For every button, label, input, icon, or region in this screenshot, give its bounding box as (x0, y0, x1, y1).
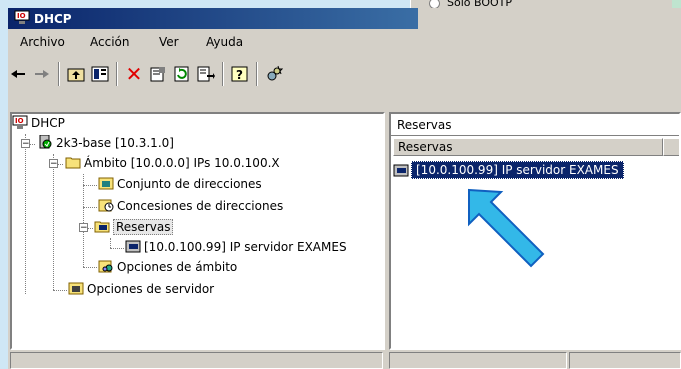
dhcp-icon: IO (14, 10, 30, 24)
dhcp-console-icon: IO (12, 115, 28, 129)
column-header-reservas[interactable]: Reservas (393, 138, 663, 156)
tree-line (25, 134, 26, 294)
tree-line (53, 154, 54, 290)
list-item-label: [10.0.100.99] IP servidor EXAMES (411, 161, 624, 179)
toolbar-separator (58, 62, 60, 86)
help-icon[interactable]: ? (230, 64, 250, 84)
forward-arrow-icon[interactable] (32, 64, 52, 84)
toolbar: ✕ ? (8, 56, 410, 92)
server-options-icon (68, 281, 84, 295)
status-cell (569, 352, 681, 369)
wizard-icon[interactable] (264, 64, 284, 84)
tree-item-dhcp[interactable]: IO DHCP (12, 114, 65, 134)
leases-icon (98, 198, 114, 212)
tree-label-server: 2k3-base [10.3.1.0] (56, 136, 174, 150)
export-list-icon[interactable] (196, 64, 216, 84)
toolbar-separator (116, 62, 118, 86)
tree-line (110, 238, 111, 248)
desktop-background-left (0, 0, 8, 369)
status-bar (8, 352, 681, 369)
tree-item-server[interactable]: 2k3-base [10.3.1.0] (37, 134, 174, 154)
svg-text:IO: IO (17, 12, 26, 20)
up-folder-icon[interactable] (66, 64, 86, 84)
annotation-arrow-icon (468, 188, 545, 268)
tree-line (83, 207, 97, 208)
tree-label-reservation: [10.0.100.99] IP servidor EXAMES (144, 240, 347, 254)
tree-label-server-options: Opciones de servidor (87, 282, 215, 296)
svg-text:IO: IO (15, 117, 24, 125)
folder-icon (65, 155, 81, 169)
window-title: DHCP (34, 12, 72, 26)
tree-item-server-options[interactable]: Opciones de servidor (68, 280, 214, 300)
tree-line (53, 290, 67, 291)
collapse-reservations-toggle[interactable]: − (79, 223, 88, 233)
tree-line (83, 185, 97, 186)
menu-ayuda[interactable]: Ayuda (206, 35, 243, 49)
toolbar-separator (222, 62, 224, 86)
server-icon (37, 134, 53, 149)
delete-icon[interactable]: ✕ (124, 62, 144, 86)
tree-item-scope-options[interactable]: Opciones de ámbito (98, 258, 237, 278)
collapse-server-toggle[interactable]: − (21, 139, 30, 149)
tree-line (83, 174, 84, 267)
status-cell (10, 352, 383, 369)
tree-label-reservations: Reservas (113, 219, 174, 235)
reservation-icon (393, 163, 409, 177)
properties-icon[interactable] (148, 64, 168, 84)
show-hide-tree-icon[interactable] (90, 64, 110, 84)
tree-label-scope: Ámbito [10.0.0.0] IPs 10.0.100.X (84, 156, 280, 170)
address-pool-icon (98, 176, 114, 190)
menu-archivo[interactable]: Archivo (20, 35, 65, 49)
status-cell (389, 352, 567, 369)
dhcp-window: IO DHCP Archivo Acción Ver Ayuda ✕ ? IO … (8, 8, 681, 369)
tree-line (110, 248, 124, 249)
tree-item-scope[interactable]: Ámbito [10.0.0.0] IPs 10.0.100.X (65, 154, 280, 174)
reservation-icon (125, 239, 141, 253)
tree-item-leases[interactable]: Concesiones de direcciones (98, 197, 283, 217)
list-item[interactable]: [10.0.100.99] IP servidor EXAMES (393, 160, 624, 180)
tree-item-reservations[interactable]: Reservas (94, 218, 174, 238)
menu-accion[interactable]: Acción (90, 35, 129, 49)
tree-line (83, 267, 97, 268)
toolbar-separator (256, 62, 258, 86)
tree-label-dhcp: DHCP (31, 116, 65, 130)
details-pane[interactable]: Reservas Reservas [10.0.100.99] IP servi… (389, 112, 681, 350)
collapse-scope-toggle[interactable]: − (49, 159, 58, 169)
details-title: Reservas (391, 114, 679, 136)
tree-item-reservation[interactable]: [10.0.100.99] IP servidor EXAMES (125, 238, 347, 258)
tree-label-scope-options: Opciones de ámbito (117, 260, 238, 274)
menu-bar: Archivo Acción Ver Ayuda (8, 30, 410, 54)
column-header-extra[interactable] (663, 138, 679, 156)
back-arrow-icon[interactable] (8, 64, 28, 84)
tree-item-address-pool[interactable]: Conjunto de direcciones (98, 175, 262, 195)
title-bar[interactable]: IO DHCP (8, 8, 418, 29)
tree-label-leases: Concesiones de direcciones (117, 199, 284, 213)
tree-label-address-pool: Conjunto de direcciones (117, 177, 262, 191)
svg-text:?: ? (236, 68, 243, 82)
scope-options-icon (98, 259, 114, 273)
reservations-folder-icon (94, 219, 110, 233)
tree-pane[interactable]: IO DHCP − 2k3-base [10.3.1.0] − Ámbito [… (10, 112, 385, 350)
menu-ver[interactable]: Ver (159, 35, 179, 49)
refresh-icon[interactable] (172, 64, 192, 84)
